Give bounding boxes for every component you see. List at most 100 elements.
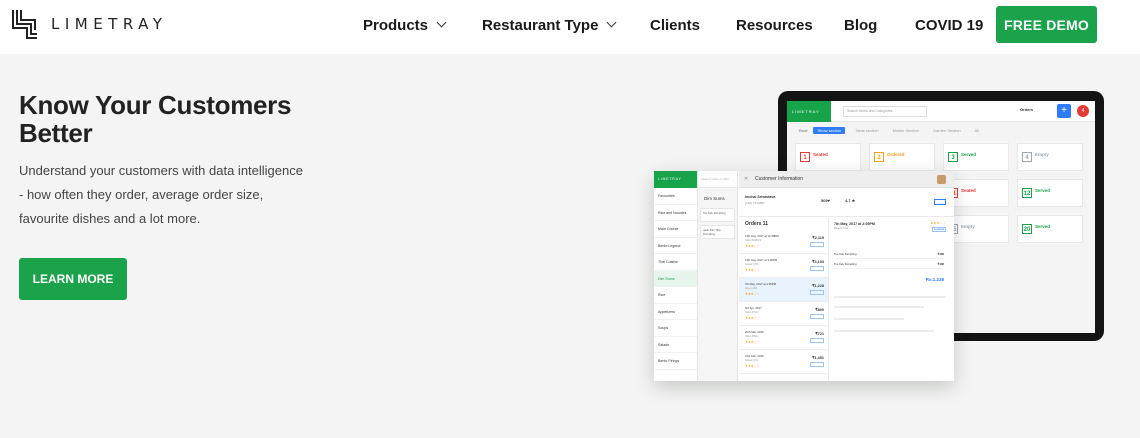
table-status: Served [1035, 188, 1051, 193]
table-status: Seated [961, 188, 976, 193]
pos-search-input: Search Items and Categories [843, 105, 927, 117]
category-item: Bento Firings [654, 353, 697, 370]
pos-tab: Show section [813, 126, 846, 134]
dish-item: Tsu Kek Dumpling [700, 208, 735, 222]
detail-text-placeholder [834, 306, 924, 308]
order-item-name: Tsu Kek Dumpling [834, 252, 857, 256]
free-demo-button[interactable]: FREE DEMO [996, 6, 1097, 43]
table-number: 3 [948, 152, 958, 162]
category-item: Soups [654, 320, 697, 337]
order-row: 11th Aug, 2017 at 3:00PM Delivery #98 ★★★☆… [739, 254, 828, 278]
order-item-price: ₹408 [937, 262, 944, 266]
order-tag [810, 266, 824, 271]
brand-logo[interactable]: LIMETRAY [11, 8, 167, 40]
order-amount: ₹800 [815, 308, 824, 312]
sidebar-logo: LIMETRAY [654, 171, 697, 188]
nav-item-clients[interactable]: Clients [650, 0, 700, 50]
nav-item-label: COVID 19 [915, 16, 984, 34]
plus-icon: + [1057, 104, 1071, 118]
customer-phone: (+91) 7774887 [745, 201, 765, 205]
pos-topbar: LIMETRAY Search Items and Categories Ord… [787, 101, 1095, 122]
limetray-logo-icon [12, 10, 37, 39]
detail-divider [834, 296, 946, 298]
order-tag [810, 314, 824, 319]
dish-category-title: Dim Sums [704, 196, 725, 201]
order-tag [810, 242, 824, 247]
dish-item: Jade Dim Sha Dumpling [700, 225, 735, 239]
order-id: Order #198476 [745, 239, 762, 242]
order-amount: ₹4,193 [812, 260, 824, 264]
nav-item-label: Restaurant Type [482, 16, 599, 34]
category-item: Main Course [654, 221, 697, 238]
pos-tab: Mobile Section [892, 127, 919, 133]
order-date: 7th May, 2017 at 4:05PM [745, 282, 777, 286]
table-status: Ordered [887, 152, 905, 157]
order-item-row: Tsu Kek Dumpling ₹408 [834, 260, 944, 269]
close-icon: ✕ [744, 176, 749, 182]
order-row: 20th Mar, 2016 Order #5514 ★★★☆☆ ₹721 [739, 326, 828, 350]
orders-title: Orders 11 [745, 221, 769, 227]
category-item: Bento Legend [654, 238, 697, 254]
order-tag [810, 362, 824, 367]
customer-stat: 509♥ [821, 198, 831, 203]
order-date: 21st Feb, 2016 [745, 354, 764, 358]
category-item: Dim Sums [654, 270, 697, 287]
dish-list-panel: Search menu or dish Dim Sums Tsu Kek Dum… [698, 171, 738, 381]
table-number: 4 [1022, 152, 1032, 162]
learn-more-button[interactable]: LEARN MORE [19, 258, 127, 300]
chevron-down-icon [436, 17, 447, 28]
nav-item-label: Products [363, 16, 429, 34]
hero-title: Know Your Customers Better [19, 90, 292, 148]
brand-name: LIMETRAY [51, 15, 168, 33]
pos-filter-label: Roof [799, 127, 808, 133]
avatar [937, 175, 946, 184]
table-status: Served [1035, 224, 1051, 229]
order-row: 21st Feb, 2016 Delivery #12 ★★★☆☆ ₹1,451 [739, 350, 828, 374]
pos-section-tabs: Roof Show section Table section Mobile S… [787, 122, 1095, 138]
order-id: Delivery #12 [745, 359, 759, 362]
category-item: Rice and Noodles [654, 205, 697, 221]
rating-stars: ★★★☆☆ [745, 316, 760, 320]
order-amount: ₹1,451 [812, 356, 824, 360]
table-status: Seated [813, 152, 828, 157]
nav-item-covid-19[interactable]: COVID 19 [915, 0, 983, 50]
order-item-row: Tsu Kek Dumpling ₹408 [834, 250, 944, 259]
category-item: Appetizers [654, 304, 697, 320]
order-tag [810, 290, 824, 295]
table-number: 12 [1022, 188, 1032, 198]
customer-stat: 4.7 ★ [845, 198, 856, 203]
order-amount: ₹1,228 [812, 284, 824, 288]
order-detail: 7th May, 2017 at 2:05PM Dine-in T-14 ★★★… [830, 218, 954, 381]
pos-tab: Table section [855, 127, 879, 133]
top-navbar: LIMETRAY Products Restaurant Type Client… [0, 0, 1140, 54]
table-number: 2 [874, 152, 884, 162]
order-item-price: ₹408 [937, 252, 944, 256]
pos-logo: LIMETRAY [787, 101, 831, 122]
nav-item-blog[interactable]: Blog [844, 0, 877, 50]
order-id: Order #5514 [745, 335, 759, 338]
order-amount: ₹2,119 [812, 236, 824, 240]
customer-summary: Imchai Srivastava (+91) 7774887 509♥ 4.7… [739, 188, 954, 217]
category-item: Thai Cuisine [654, 254, 697, 271]
nav-item-label: Blog [844, 16, 878, 34]
nav-item-products[interactable]: Products [363, 0, 447, 50]
pos-tab: Garden Section [932, 127, 961, 133]
rating-stars: ★★★☆☆ [745, 340, 760, 344]
table-number: 1 [800, 152, 810, 162]
customer-name: Imchai Srivastava [745, 195, 776, 199]
detail-text-placeholder [834, 318, 904, 320]
rating-stars: ★★★☆☆ [930, 221, 946, 225]
order-tag [810, 338, 824, 343]
chevron-down-icon [606, 17, 617, 28]
hero-description: Understand your customers with data inte… [19, 163, 303, 226]
orders-list: Orders 11 11th Aug, 2017 at 12:38PM Order… [739, 218, 829, 381]
order-total: Rs.1,228 [925, 277, 944, 282]
rating-stars: ★★★☆☆ [745, 364, 760, 368]
nav-item-resources[interactable]: Resources [736, 0, 813, 50]
menu-category-sidebar: LIMETRAY Favourites Rice and Noodles Main … [654, 171, 698, 381]
nav-item-label: Clients [650, 16, 701, 34]
dish-search-input: Search menu or dish [698, 171, 737, 188]
nav-item-restaurant-type[interactable]: Restaurant Type [482, 0, 617, 50]
order-id: Delivery #98 [745, 263, 759, 266]
table-status: Empty [1035, 152, 1049, 157]
